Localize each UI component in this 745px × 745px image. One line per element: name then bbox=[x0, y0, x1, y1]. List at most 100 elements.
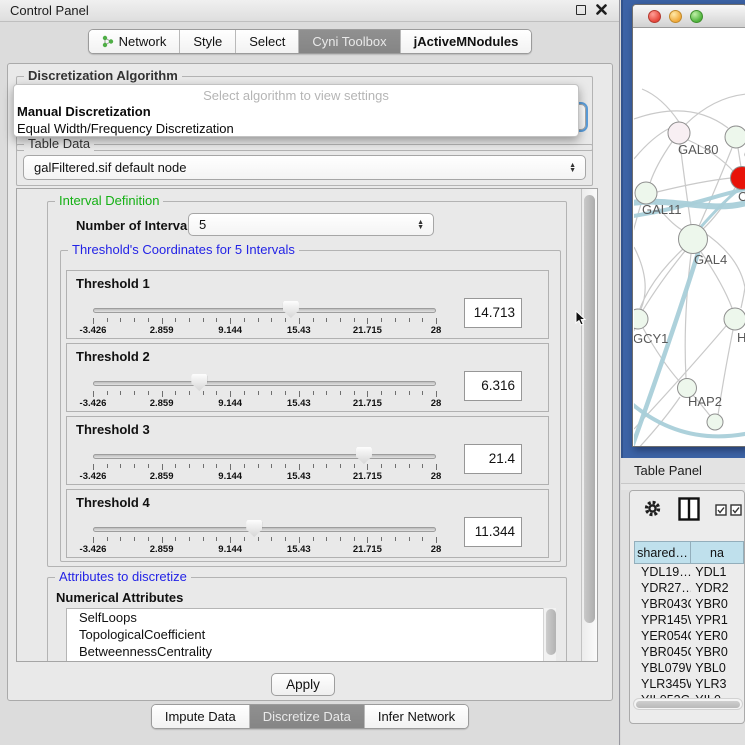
network-node[interactable] bbox=[634, 309, 648, 329]
network-icon bbox=[102, 35, 114, 48]
main-vertical-scrollbar[interactable] bbox=[581, 189, 597, 661]
tab-select[interactable]: Select bbox=[235, 30, 298, 53]
slider-thumb[interactable] bbox=[356, 447, 372, 464]
network-canvas[interactable]: GAL80GCGAL11GAL4GCY1HHAP2 bbox=[634, 28, 745, 447]
split-columns-icon[interactable] bbox=[678, 497, 700, 521]
slider-scale-label: 28 bbox=[431, 398, 442, 409]
table-row[interactable]: YLR345W YLR3 bbox=[634, 677, 744, 693]
table-toolbar bbox=[630, 491, 744, 537]
cell-shared-name[interactable]: YDL19… bbox=[634, 565, 691, 581]
column-header-name[interactable]: na bbox=[691, 541, 744, 564]
network-node-label: GCY1 bbox=[634, 331, 668, 346]
threshold-1-title: Threshold 1 bbox=[76, 276, 150, 291]
table-data-combobox[interactable]: galFiltered.sif default node ▲▼ bbox=[23, 155, 586, 180]
table-row[interactable]: YPR145W YPR1 bbox=[634, 613, 744, 629]
cell-name[interactable]: YBL0 bbox=[691, 661, 744, 677]
network-node[interactable] bbox=[679, 225, 708, 254]
zoom-traffic-light[interactable] bbox=[690, 10, 703, 23]
threshold-1-value-field[interactable]: 14.713 bbox=[464, 298, 522, 328]
network-desktop: GAL80GCGAL11GAL4GCY1HHAP2 bbox=[621, 0, 745, 458]
attribute-list-item[interactable]: TopologicalCoefficient bbox=[67, 626, 555, 643]
slider-thumb[interactable] bbox=[246, 520, 262, 537]
scrollbar-thumb[interactable] bbox=[636, 701, 740, 708]
slider-scale-label: 21.715 bbox=[353, 325, 382, 336]
cell-shared-name[interactable]: YBR043C bbox=[634, 597, 691, 613]
scrollbar-thumb[interactable] bbox=[584, 195, 595, 623]
float-window-icon[interactable] bbox=[576, 5, 586, 15]
threshold-3-value-field[interactable]: 21.4 bbox=[464, 444, 522, 474]
numerical-attributes-list[interactable]: SelfLoopsTopologicalCoefficientBetweenne… bbox=[66, 608, 556, 662]
tab-cyni-toolbox[interactable]: Cyni Toolbox bbox=[298, 30, 399, 53]
slider-thumb[interactable] bbox=[283, 301, 299, 318]
table-row[interactable]: YDL19… YDL1 bbox=[634, 565, 744, 581]
cell-name[interactable]: YBR0 bbox=[691, 597, 744, 613]
network-node[interactable] bbox=[707, 414, 723, 430]
cell-name[interactable]: YLR3 bbox=[691, 677, 744, 693]
table-horizontal-scrollbar[interactable] bbox=[633, 698, 743, 710]
cell-shared-name[interactable]: YBL079W bbox=[634, 661, 691, 677]
table-row[interactable]: YBL079W YBL0 bbox=[634, 661, 744, 677]
algorithm-dropdown-popup: Select algorithm to view settings Manual… bbox=[13, 84, 579, 137]
slider-track[interactable] bbox=[93, 381, 436, 386]
tab-infer-network[interactable]: Infer Network bbox=[364, 705, 468, 728]
slider-track[interactable] bbox=[93, 454, 436, 459]
slider-thumb[interactable] bbox=[191, 374, 207, 391]
cell-shared-name[interactable]: YER054C bbox=[634, 629, 691, 645]
threshold-1-slider[interactable]: -3.4262.8599.14415.4321.71528 bbox=[93, 305, 436, 337]
cell-shared-name[interactable]: YLR345W bbox=[634, 677, 691, 693]
threshold-2-slider[interactable]: -3.4262.8599.14415.4321.71528 bbox=[93, 378, 436, 410]
table-row[interactable]: YDR27… YDR2 bbox=[634, 581, 744, 597]
gear-icon[interactable] bbox=[643, 499, 662, 518]
close-icon[interactable] bbox=[596, 4, 607, 15]
threshold-4-value-field[interactable]: 11.344 bbox=[464, 517, 522, 547]
checkbox-icon[interactable] bbox=[715, 504, 727, 516]
slider-scale-label: 15.43 bbox=[287, 544, 311, 555]
table-panel-window: shared… na YDL19… YDL1 YDR27… YDR2 bbox=[629, 490, 745, 724]
cell-name[interactable]: YER0 bbox=[691, 629, 744, 645]
attribute-list-item[interactable]: BetweennessCentrality bbox=[67, 643, 555, 660]
checkbox-icon[interactable] bbox=[730, 504, 742, 516]
table-row[interactable]: YBR043C YBR0 bbox=[634, 597, 744, 613]
tab-impute-data[interactable]: Impute Data bbox=[152, 705, 249, 728]
minimize-traffic-light[interactable] bbox=[669, 10, 682, 23]
threshold-3-slider[interactable]: -3.4262.8599.14415.4321.71528 bbox=[93, 451, 436, 483]
slider-track[interactable] bbox=[93, 527, 436, 532]
cell-name[interactable]: YPR1 bbox=[691, 613, 744, 629]
cell-shared-name[interactable]: YBR045C bbox=[634, 645, 691, 661]
popup-item-manual-discretization[interactable]: Manual Discretization bbox=[14, 103, 578, 120]
table-row[interactable]: YER054C YER0 bbox=[634, 629, 744, 645]
attribute-list-item[interactable]: SelfLoops bbox=[67, 609, 555, 626]
threshold-1-panel: Threshold 1 -3.4262.8599.14415.4321.7152… bbox=[66, 270, 549, 339]
network-node[interactable] bbox=[725, 126, 745, 148]
threshold-4-slider[interactable]: -3.4262.8599.14415.4321.71528 bbox=[93, 524, 436, 556]
column-header-shared[interactable]: shared… bbox=[634, 541, 691, 564]
popup-item-equal-width-frequency[interactable]: Equal Width/Frequency Discretization bbox=[14, 120, 578, 137]
slider-scale-label: 15.43 bbox=[287, 325, 311, 336]
table-row[interactable]: YBR045C YBR0 bbox=[634, 645, 744, 661]
tab-style[interactable]: Style bbox=[179, 30, 235, 53]
slider-scale-label: -3.426 bbox=[80, 398, 107, 409]
slider-scale-label: 15.43 bbox=[287, 398, 311, 409]
cell-name[interactable]: YBR0 bbox=[691, 645, 744, 661]
slider-track[interactable] bbox=[93, 308, 436, 313]
control-panel-titlebar: Control Panel bbox=[0, 0, 619, 22]
tab-network[interactable]: Network bbox=[89, 30, 180, 53]
scrollbar-thumb[interactable] bbox=[546, 609, 556, 655]
cell-shared-name[interactable]: YPR145W bbox=[634, 613, 691, 629]
cell-name[interactable]: YDR2 bbox=[691, 581, 744, 597]
network-node[interactable] bbox=[635, 182, 657, 204]
tab-jactivemnodules[interactable]: jActiveMNodules bbox=[400, 30, 532, 53]
number-of-intervals-combobox[interactable]: 5 ▲▼ bbox=[188, 213, 434, 236]
apply-button[interactable]: Apply bbox=[271, 673, 335, 696]
mouse-cursor bbox=[575, 310, 587, 327]
tab-discretize-data[interactable]: Discretize Data bbox=[249, 705, 364, 728]
interval-definition-group: Interval Definition Number of Intervals … bbox=[47, 201, 567, 567]
network-node[interactable] bbox=[668, 122, 690, 144]
attributes-list-scrollbar[interactable] bbox=[543, 608, 556, 662]
table-body: YDL19… YDL1 YDR27… YDR2 YBR043C YBR0 bbox=[634, 565, 744, 698]
cell-name[interactable]: YDL1 bbox=[691, 565, 744, 581]
threshold-2-value-field[interactable]: 6.316 bbox=[464, 371, 522, 401]
cell-shared-name[interactable]: YDR27… bbox=[634, 581, 691, 597]
close-traffic-light[interactable] bbox=[648, 10, 661, 23]
network-node[interactable] bbox=[724, 308, 745, 330]
